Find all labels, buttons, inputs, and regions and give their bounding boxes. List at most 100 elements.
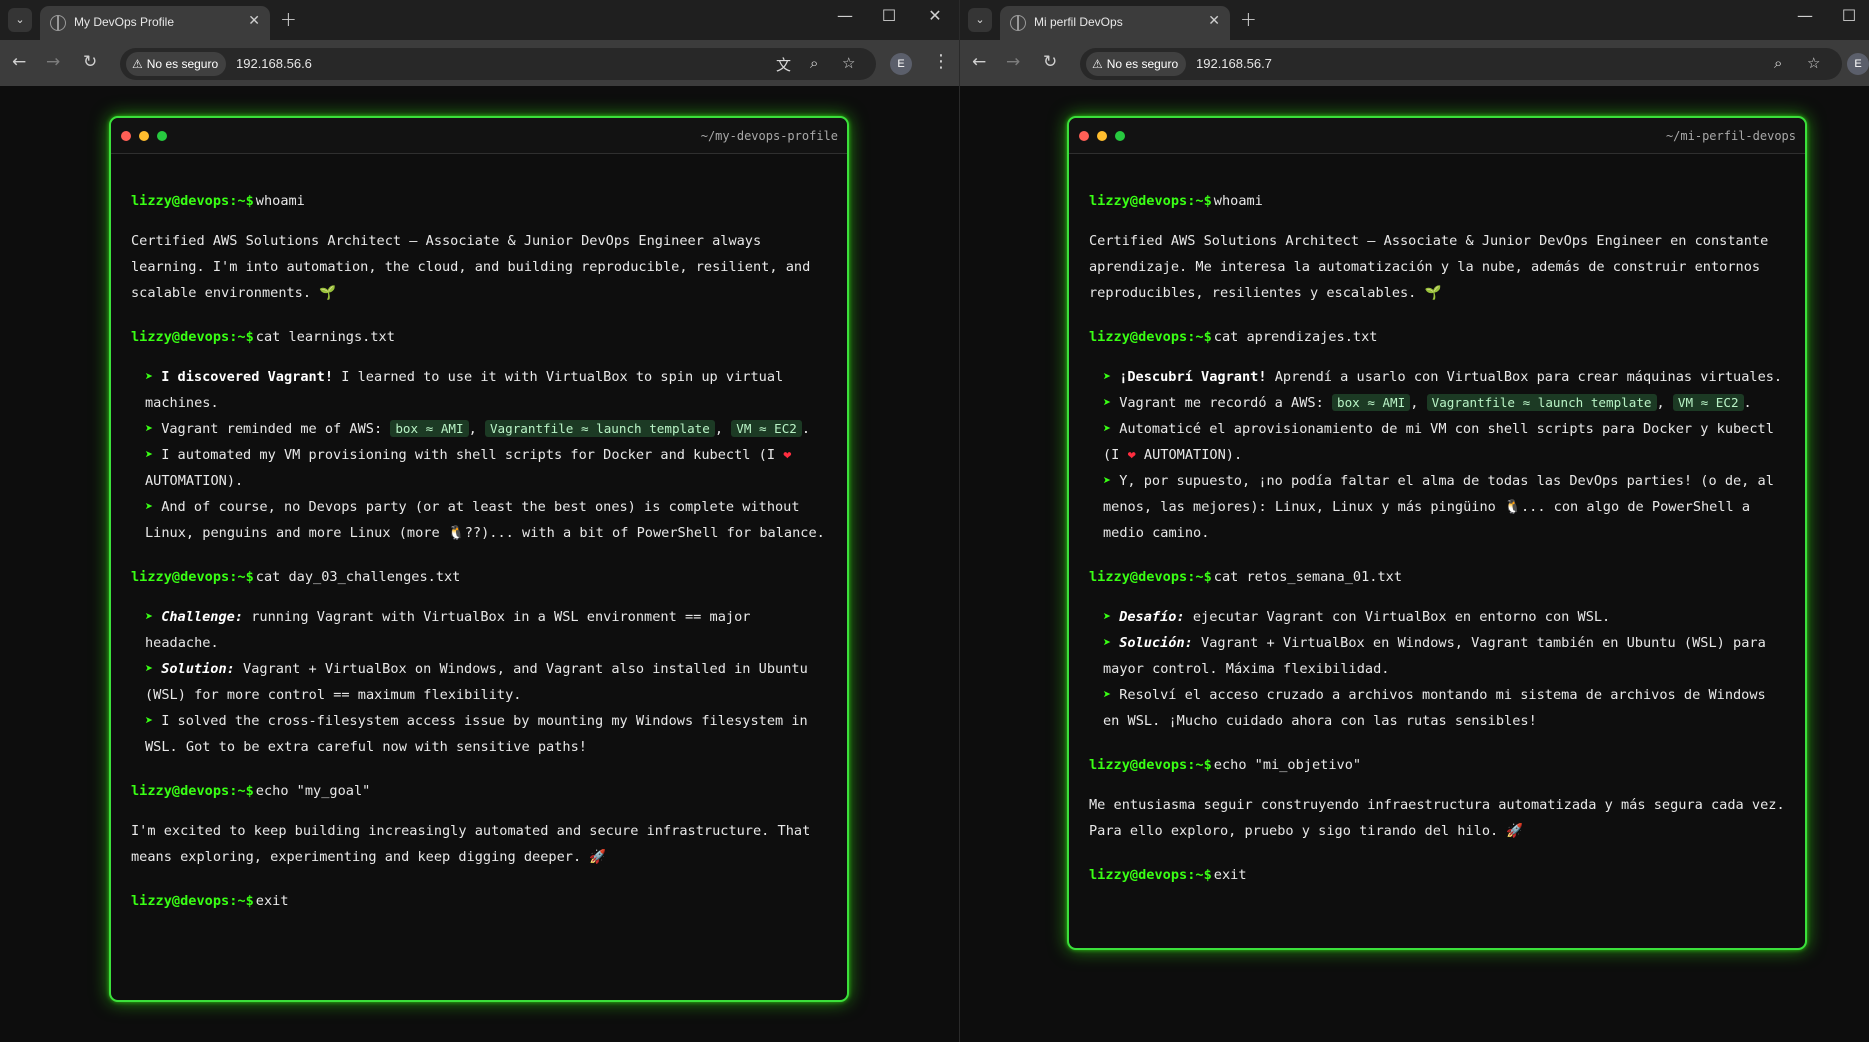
heart-icon: ❤ <box>1127 447 1136 463</box>
whoami-output: Certified AWS Solutions Architect – Asso… <box>1089 233 1769 301</box>
challenges-list: ➤ Desafío: ejecutar Vagrant con VirtualBo… <box>1089 604 1785 734</box>
item-text: Vagrant + VirtualBox en Windows, Vagrant… <box>1103 635 1766 677</box>
red-dot-icon <box>121 131 131 141</box>
tab-close-icon[interactable]: ✕ <box>1208 13 1220 29</box>
browser-window-left: ⌄ My DevOps Profile ✕ + — ☐ ✕ ← → ↻ ⚠ No… <box>0 0 959 1042</box>
prompt: lizzy@devops:~$ <box>131 783 254 799</box>
terminal-card: ~/mi-perfil-devops lizzy@devops:~$ whoami… <box>1067 116 1807 950</box>
prompt-line-learnings: lizzy@devops:~$ cat learnings.txt <box>131 324 827 350</box>
back-button[interactable]: ← <box>972 52 986 72</box>
maximize-button[interactable]: ☐ <box>869 6 909 25</box>
code-chip: Vagrantfile ≈ launch template <box>484 420 715 437</box>
bookmark-star-icon[interactable]: ☆ <box>1807 54 1820 72</box>
forward-button[interactable]: → <box>46 52 60 72</box>
forward-button[interactable]: → <box>1006 52 1020 72</box>
prompt: lizzy@devops:~$ <box>1089 757 1212 773</box>
browser-window-right: ⌄ Mi perfil DevOps ✕ + — ☐ ← → ↻ ⚠ No es… <box>960 0 1869 1042</box>
tab-title: My DevOps Profile <box>74 15 175 29</box>
command: cat day_03_challenges.txt <box>255 569 461 585</box>
item-bold: Challenge: <box>161 609 244 625</box>
tab-search-icon[interactable]: ⌄ <box>8 8 32 32</box>
tab-search-icon[interactable]: ⌄ <box>968 8 992 32</box>
code-chip: box ≈ AMI <box>390 420 469 437</box>
page-content: ~/mi-perfil-devops lizzy@devops:~$ whoami… <box>960 86 1869 1042</box>
maximize-button[interactable]: ☐ <box>1829 6 1869 25</box>
security-chip[interactable]: ⚠ No es seguro <box>126 52 227 76</box>
list-item: ➤ Desafío: ejecutar Vagrant con VirtualBo… <box>1103 604 1785 630</box>
prompt: lizzy@devops:~$ <box>1089 867 1212 883</box>
url-text[interactable]: 192.168.56.7 <box>1196 56 1272 71</box>
separator: , <box>1656 395 1673 411</box>
profile-avatar[interactable]: E <box>890 53 912 75</box>
minimize-button[interactable]: — <box>1785 6 1825 25</box>
zoom-icon[interactable]: ⌕ <box>1774 54 1782 72</box>
reload-button[interactable]: ↻ <box>1043 52 1057 72</box>
terminal-body: lizzy@devops:~$ whoami Certified AWS Solu… <box>111 154 847 914</box>
list-item: ➤ Y, por supuesto, ¡no podía faltar el al… <box>1103 468 1785 546</box>
item-end: AUTOMATION). <box>1135 447 1243 463</box>
prompt: lizzy@devops:~$ <box>131 569 254 585</box>
command: whoami <box>255 193 305 209</box>
prompt: lizzy@devops:~$ <box>1089 569 1212 585</box>
tab-my-devops-profile[interactable]: My DevOps Profile ✕ <box>40 6 270 40</box>
url-text[interactable]: 192.168.56.6 <box>236 56 312 71</box>
tab-strip: ⌄ Mi perfil DevOps ✕ + — ☐ <box>960 0 1869 40</box>
arrow-icon: ➤ <box>145 713 154 729</box>
item-bold: Solución: <box>1119 635 1193 651</box>
prompt: lizzy@devops:~$ <box>1089 329 1212 345</box>
close-window-button[interactable]: ✕ <box>915 6 955 25</box>
security-label: No es seguro <box>146 57 219 71</box>
prompt: lizzy@devops:~$ <box>131 193 254 209</box>
command: whoami <box>1213 193 1263 209</box>
item-end: AUTOMATION). <box>145 473 244 489</box>
command: cat learnings.txt <box>255 329 395 345</box>
item-text: ejecutar Vagrant con VirtualBox en entor… <box>1184 609 1611 625</box>
item-bold: Solution: <box>161 661 235 677</box>
tab-close-icon[interactable]: ✕ <box>248 13 260 29</box>
command: exit <box>255 893 289 909</box>
list-item: ➤ I automated my VM provisioning with she… <box>145 442 827 494</box>
item-bold: Desafío: <box>1119 609 1185 625</box>
arrow-icon: ➤ <box>145 661 154 677</box>
address-bar[interactable]: ⚠ No es seguro 192.168.56.7 ⌕ ☆ <box>1080 48 1842 80</box>
menu-kebab-icon[interactable]: ⋮ <box>932 51 950 72</box>
new-tab-button[interactable]: + <box>1240 7 1257 31</box>
yellow-dot-icon <box>139 131 149 141</box>
item-text: I solved the cross-filesystem access iss… <box>145 713 808 755</box>
arrow-icon: ➤ <box>1103 421 1112 437</box>
translate-icon[interactable]: 文 <box>776 54 791 75</box>
warning-icon: ⚠ <box>132 57 143 71</box>
security-label: No es seguro <box>1106 57 1179 71</box>
terminal-card: ~/my-devops-profile lizzy@devops:~$ whoam… <box>109 116 849 1002</box>
challenges-list: ➤ Challenge: running Vagrant with Virtual… <box>131 604 827 760</box>
goal-output: Me entusiasma seguir construyendo infrae… <box>1089 797 1785 839</box>
tab-strip: ⌄ My DevOps Profile ✕ + — ☐ ✕ <box>0 0 959 40</box>
item-bold: ¡Descubrí Vagrant! <box>1119 369 1267 385</box>
item-text: Y, por supuesto, ¡no podía faltar el alm… <box>1103 473 1774 541</box>
list-item: ➤ Resolví el acceso cruzado a archivos mo… <box>1103 682 1785 734</box>
bookmark-star-icon[interactable]: ☆ <box>842 54 855 72</box>
reload-button[interactable]: ↻ <box>83 52 97 72</box>
command: echo "my_goal" <box>255 783 371 799</box>
back-button[interactable]: ← <box>12 52 26 72</box>
item-text: I automated my VM provisioning with shel… <box>161 447 784 463</box>
arrow-icon: ➤ <box>145 421 154 437</box>
prompt-line-learnings: lizzy@devops:~$ cat aprendizajes.txt <box>1089 324 1785 350</box>
heart-icon: ❤ <box>783 447 792 463</box>
list-item: ➤ Solution: Vagrant + VirtualBox on Windo… <box>145 656 827 708</box>
address-bar[interactable]: ⚠ No es seguro 192.168.56.6 文 ⌕ ☆ <box>120 48 876 80</box>
arrow-icon: ➤ <box>145 369 154 385</box>
new-tab-button[interactable]: + <box>280 7 297 31</box>
item-text: Aprendí a usarlo con VirtualBox para cre… <box>1266 369 1783 385</box>
tab-mi-perfil-devops[interactable]: Mi perfil DevOps ✕ <box>1000 6 1230 40</box>
minimize-button[interactable]: — <box>825 6 865 25</box>
red-dot-icon <box>1079 131 1089 141</box>
zoom-icon[interactable]: ⌕ <box>810 54 818 72</box>
item-bold: I discovered Vagrant! <box>161 369 334 385</box>
profile-avatar[interactable]: E <box>1847 53 1869 75</box>
arrow-icon: ➤ <box>1103 687 1112 703</box>
arrow-icon: ➤ <box>145 609 154 625</box>
yellow-dot-icon <box>1097 131 1107 141</box>
security-chip[interactable]: ⚠ No es seguro <box>1086 52 1187 76</box>
command: cat retos_semana_01.txt <box>1213 569 1403 585</box>
